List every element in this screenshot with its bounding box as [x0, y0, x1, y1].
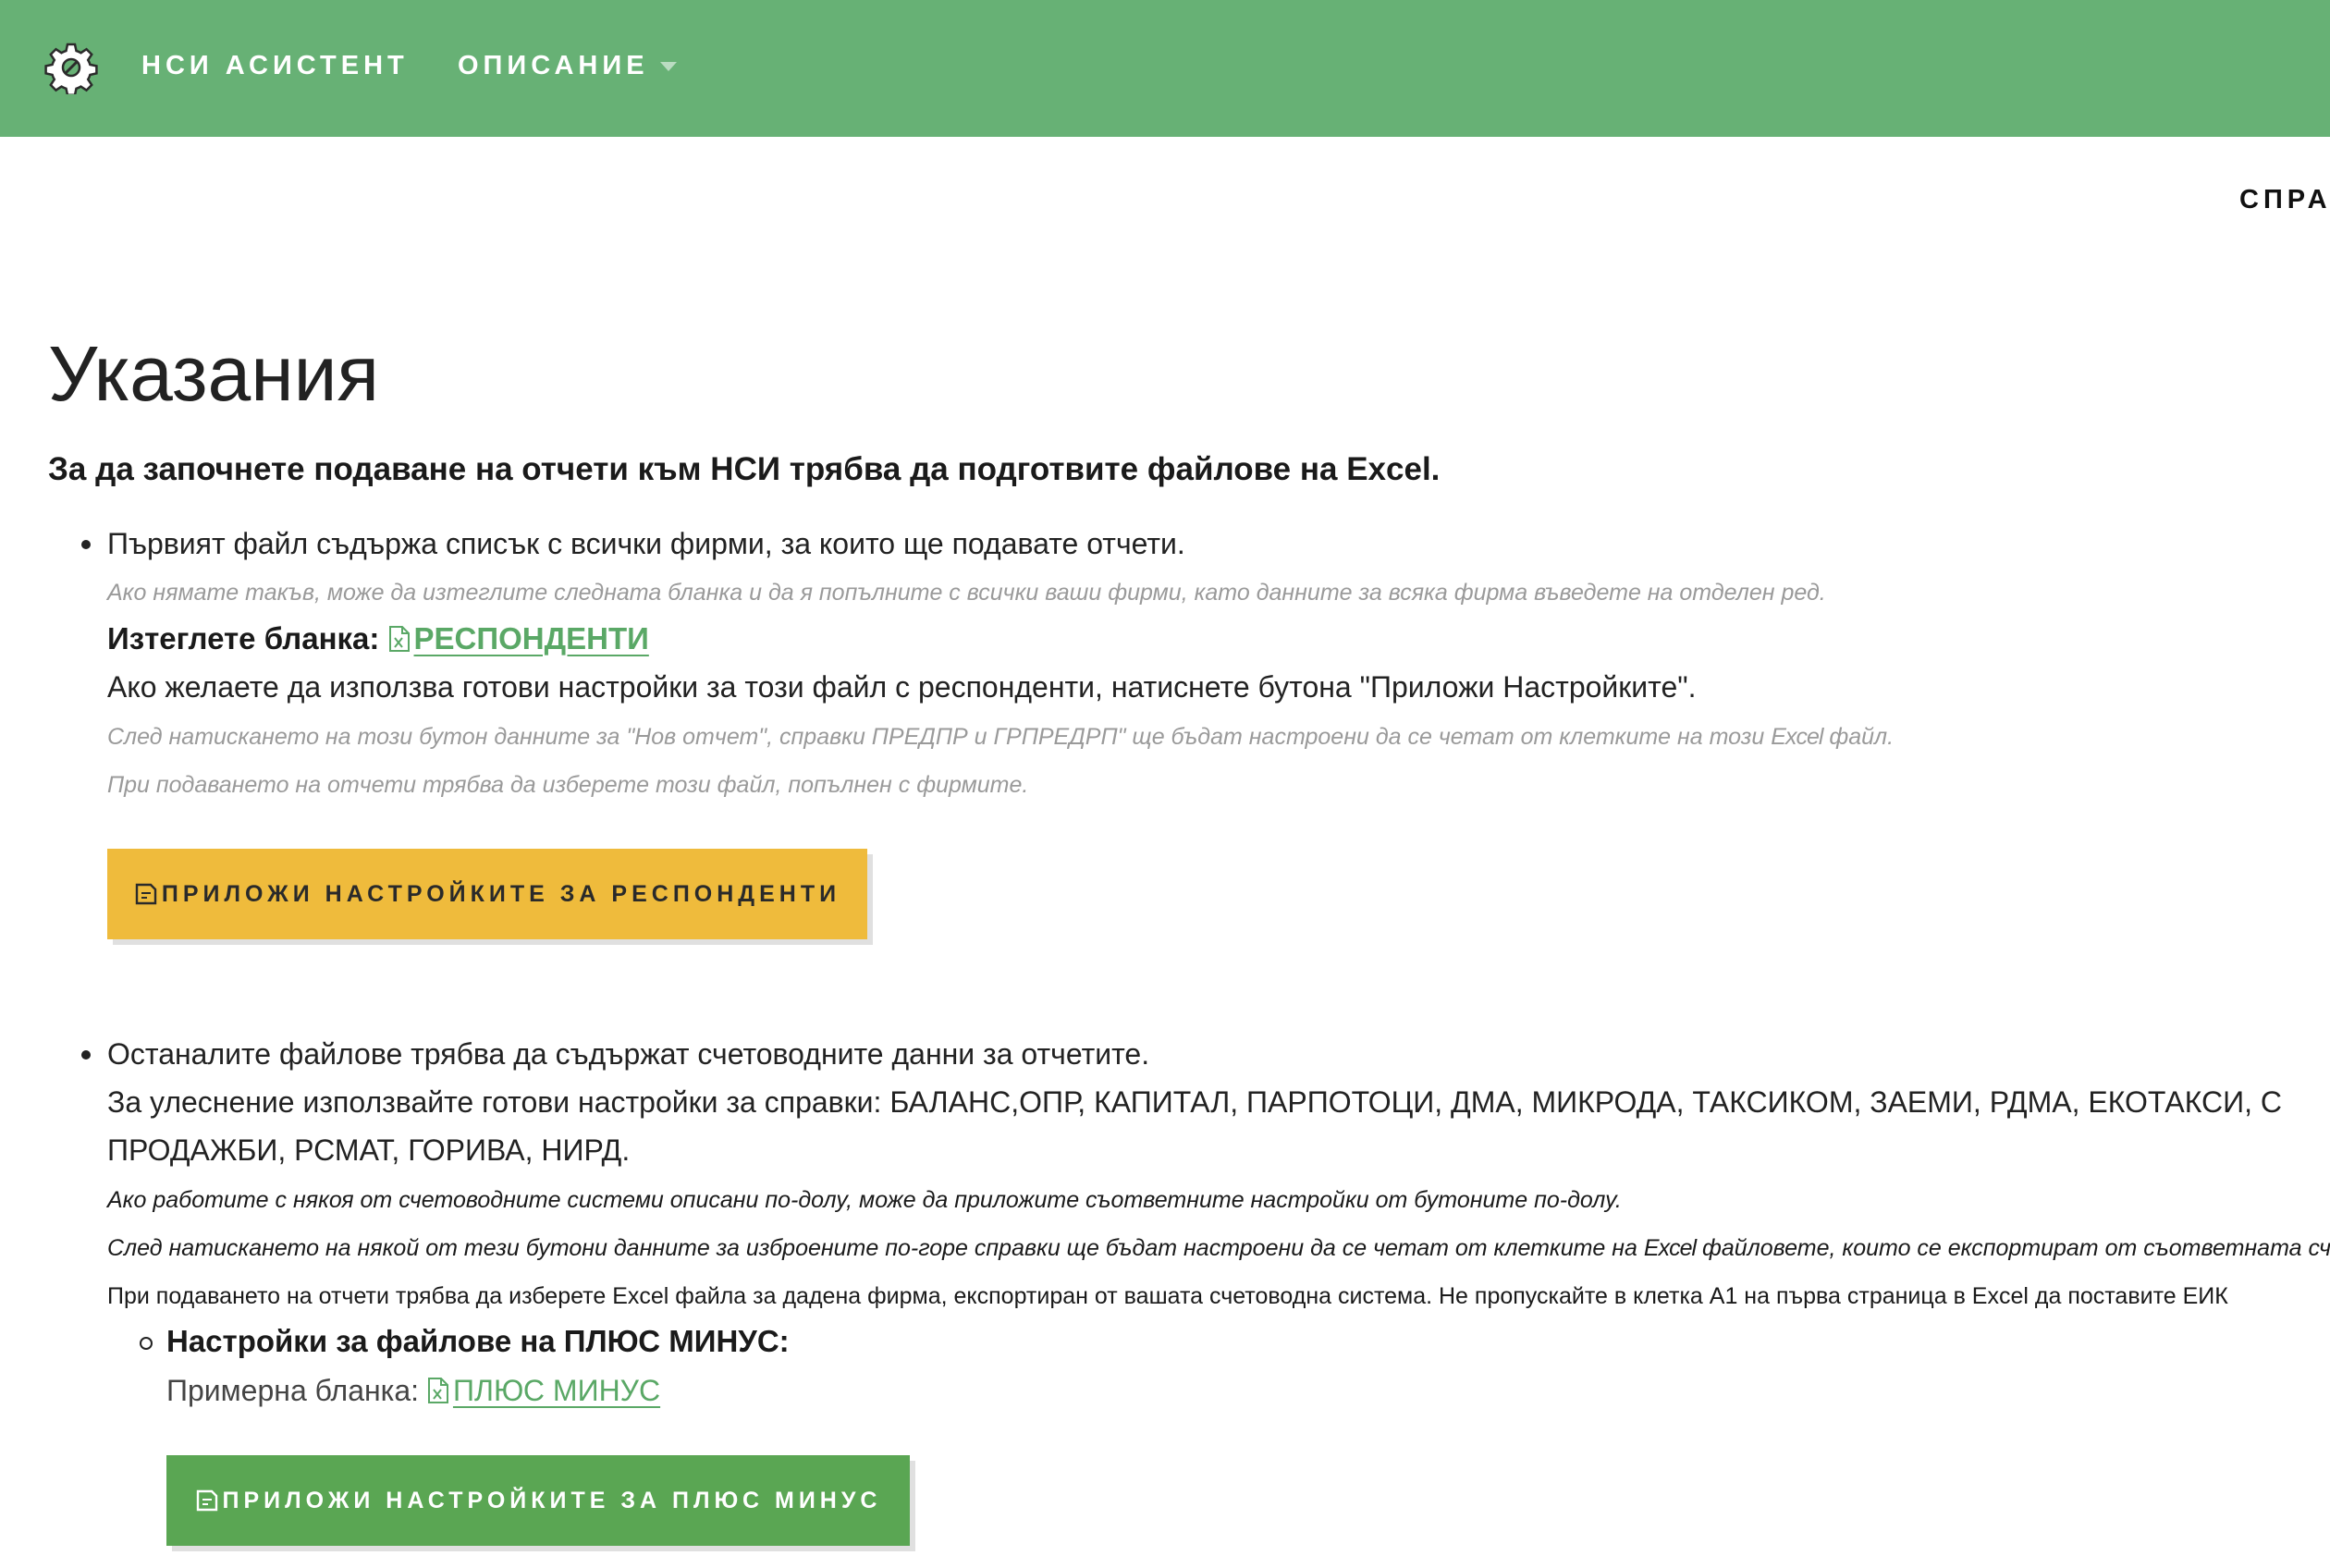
excel-file-icon	[427, 1378, 448, 1403]
section2-reports-line1: За улеснение използвайте готови настройк…	[107, 1085, 2282, 1119]
section2-note2-excel: Excel	[1643, 1235, 1697, 1261]
respondents-link-label: РЕСПОНДЕНТИ	[413, 621, 649, 655]
apply-respondents-label: ПРИЛОЖИ НАСТРОЙКИТЕ ЗА РЕСПОНДЕНТИ	[161, 880, 841, 907]
section2-note1: Ако работите с някоя от счетоводните сис…	[107, 1187, 1622, 1213]
section2-note2: След натискането на някой от тези бутони…	[107, 1233, 2330, 1263]
list-bullet	[81, 540, 91, 549]
plus-minus-heading: Настройки за файлове на ПЛЮС МИНУС:	[166, 1324, 790, 1358]
document-icon	[196, 1489, 217, 1512]
nav-description-dropdown[interactable]: ОПИСАНИЕ	[458, 50, 677, 81]
section2-note2-end: файловете, които се експортират от съотв…	[1701, 1235, 2330, 1261]
section2-note3: При подаването на отчети трябва да избер…	[107, 1283, 2228, 1309]
apply-plus-minus-settings-button[interactable]: ПРИЛОЖИ НАСТРОЙКИТЕ ЗА ПЛЮС МИНУС	[166, 1455, 910, 1546]
nav-description-label: ОПИСАНИЕ	[458, 51, 649, 80]
apply-respondents-settings-button[interactable]: ПРИЛОЖИ НАСТРОЙКИТЕ ЗА РЕСПОНДЕНТИ	[107, 849, 867, 939]
section2-bullet-text: Останалите файлове трябва да съдържат сч…	[107, 1037, 1150, 1071]
download-row: Изтеглете бланка: РЕСПОНДЕНТИ	[107, 619, 649, 658]
section1-note2-end: файл.	[1822, 724, 1895, 750]
section2-reports-line2: ПРОДАЖБИ, РСМАТ, ГОРИВА, НИРД.	[107, 1133, 631, 1167]
excel-file-icon	[388, 626, 410, 652]
download-label: Изтеглете бланка:	[107, 621, 380, 655]
page-title: Указания	[48, 330, 379, 417]
nav-right-link[interactable]: СПРА	[2239, 185, 2330, 215]
gear-logo-icon[interactable]	[44, 41, 98, 94]
sample-row: Примерна бланка: ПЛЮС МИНУС	[166, 1372, 660, 1409]
nav-brand-link[interactable]: НСИ АСИСТЕНТ	[141, 50, 409, 81]
list-bullet	[81, 1050, 91, 1060]
section1-settings-text: Ако желаете да използва готови настройки…	[107, 670, 1697, 704]
lead-text: За да започнете подаване на отчети към Н…	[48, 451, 1441, 487]
sample-label: Примерна бланка:	[166, 1374, 420, 1407]
apply-plus-minus-label: ПРИЛОЖИ НАСТРОЙКИТЕ ЗА ПЛЮС МИНУС	[222, 1487, 882, 1513]
caret-down-icon	[659, 62, 677, 72]
plus-minus-link-label: ПЛЮС МИНУС	[452, 1374, 661, 1407]
section1-note3: При подаването на отчети трябва да избер…	[107, 772, 1029, 798]
respondents-download-link[interactable]: РЕСПОНДЕНТИ	[388, 621, 649, 655]
top-navbar: НСИ АСИСТЕНТ ОПИСАНИЕ	[0, 0, 2330, 137]
section1-note2-excel: Excel	[1771, 724, 1823, 750]
section1-note2-start: След натискането на този бутон данните з…	[107, 724, 1772, 750]
document-icon	[135, 883, 157, 905]
plus-minus-download-link[interactable]: ПЛЮС МИНУС	[427, 1374, 660, 1407]
sub-list-bullet	[140, 1337, 153, 1350]
section1-note: Ако нямате такъв, може да изтеглите след…	[107, 580, 1826, 606]
section2-note2-start: След натискането на някой от тези бутони…	[107, 1235, 1644, 1261]
section1-note2: След натискането на този бутон данните з…	[107, 722, 1894, 752]
section1-bullet-text: Първият файл съдържа списък с всички фир…	[107, 527, 1185, 560]
